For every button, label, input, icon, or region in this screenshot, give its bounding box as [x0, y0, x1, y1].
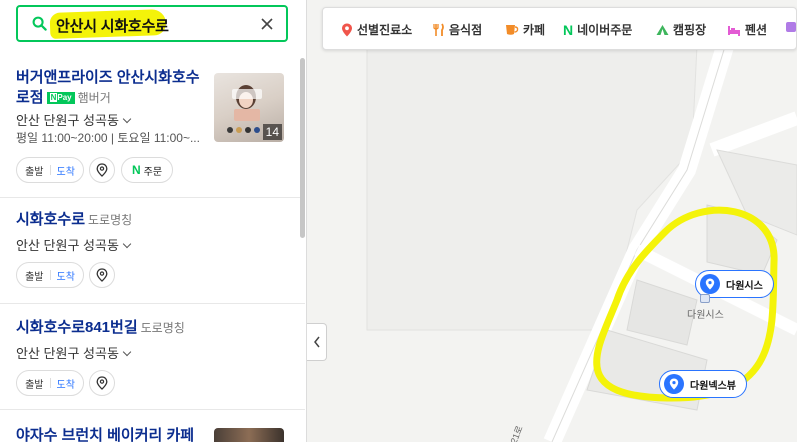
poi-label[interactable]: 다원시스: [687, 306, 724, 321]
route-end-label[interactable]: 도착: [57, 163, 75, 178]
tag-icon: [786, 22, 796, 32]
location-pin-icon: [96, 268, 108, 282]
chevron-down-icon: [122, 114, 132, 124]
result-address[interactable]: 안산 단원구 성곡동: [16, 110, 132, 129]
photo-count: 14: [262, 124, 282, 140]
route-end-label[interactable]: 도착: [57, 268, 75, 283]
route-button[interactable]: 출발 도착: [16, 262, 84, 288]
route-start-label[interactable]: 출발: [25, 376, 43, 391]
category-naver-order[interactable]: N 네이버주문: [563, 21, 632, 38]
chevron-down-icon: [122, 239, 132, 249]
list-item[interactable]: 시화호수로 도로명칭 안산 단원구 성곡동 출발 도착: [0, 198, 305, 304]
clear-search-icon[interactable]: [258, 15, 276, 33]
route-end-label[interactable]: 도착: [57, 376, 75, 391]
map-canvas[interactable]: 다원시스 다원넥스뷰 다원시스 21로: [307, 0, 797, 442]
location-pin-icon: [664, 374, 684, 394]
location-pin-icon: [342, 23, 352, 36]
category-more[interactable]: [785, 21, 797, 33]
search-icon[interactable]: [32, 16, 47, 31]
chevron-down-icon: [122, 347, 132, 357]
list-item[interactable]: 시화호수로841번길 도로명칭 안산 단원구 성곡동 출발 도착: [0, 304, 305, 410]
category-pension[interactable]: 펜션: [727, 21, 767, 38]
result-hours: 평일 11:00~20:00 | 토요일 11:00~...: [16, 131, 200, 145]
naver-n-icon: N: [131, 163, 141, 177]
npay-badge: NPay: [46, 92, 75, 105]
route-start-label[interactable]: 출발: [25, 268, 43, 283]
list-item[interactable]: 야자수 브런치 베이커리 카페: [0, 410, 305, 442]
result-title[interactable]: 야자수 브런치 베이커리 카페: [16, 426, 194, 442]
bed-icon: [728, 25, 740, 36]
category-restaurant[interactable]: 음식점: [433, 21, 482, 38]
location-pin-button[interactable]: [89, 262, 115, 288]
result-category: 도로명칭: [88, 213, 133, 227]
category-screening-clinic[interactable]: 선별진료소: [341, 21, 412, 38]
location-pin-button[interactable]: [89, 370, 115, 396]
order-button[interactable]: N 주문: [121, 157, 173, 183]
naver-n-icon: N: [563, 21, 574, 38]
category-cafe[interactable]: 카페: [505, 21, 545, 38]
building-icon: [700, 294, 710, 303]
location-pin-button[interactable]: [89, 157, 115, 183]
result-category: 햄버거: [77, 91, 111, 105]
list-item[interactable]: 버거앤프라이즈 안산시화호수 로점 NPay 햄버거 안산 단원구 성곡동 평일 1…: [0, 58, 305, 198]
fork-knife-icon: [433, 23, 444, 36]
chevron-left-icon: [313, 336, 320, 348]
location-pin-icon: [96, 376, 108, 390]
result-title[interactable]: 시화호수로841번길 도로명칭: [16, 318, 185, 338]
result-title[interactable]: 버거앤프라이즈 안산시화호수 로점 NPay 햄버거: [16, 68, 200, 108]
result-title[interactable]: 시화호수로 도로명칭: [16, 210, 132, 230]
result-thumbnail[interactable]: [214, 428, 284, 442]
map-marker-daonnexview[interactable]: 다원넥스뷰: [659, 370, 747, 398]
route-button[interactable]: 출발 도착: [16, 370, 84, 396]
route-button[interactable]: 출발 도착: [16, 157, 84, 183]
search-box[interactable]: 안산시 시화호수로: [16, 5, 288, 42]
category-campsite[interactable]: 캠핑장: [656, 21, 706, 38]
location-pin-icon: [700, 274, 720, 294]
scrollbar[interactable]: [300, 58, 305, 238]
search-input[interactable]: 안산시 시화호수로: [56, 15, 169, 36]
route-start-label[interactable]: 출발: [25, 163, 43, 178]
result-category: 도로명칭: [140, 321, 185, 335]
result-address[interactable]: 안산 단원구 성곡동: [16, 235, 132, 254]
search-results-panel: 안산시 시화호수로 버거앤프라이즈 안산시화호수 로점 NPay 햄버거 안산 단원…: [0, 0, 307, 442]
result-thumbnail[interactable]: 14: [214, 73, 284, 142]
collapse-panel-button[interactable]: [307, 323, 327, 361]
coffee-cup-icon: [506, 25, 519, 35]
location-pin-icon: [96, 163, 108, 177]
tent-icon: [656, 24, 669, 35]
result-address[interactable]: 안산 단원구 성곡동: [16, 343, 132, 362]
category-bar: 선별진료소 음식점 카페 N 네이버주문 캠핑장 펜션: [322, 7, 797, 50]
